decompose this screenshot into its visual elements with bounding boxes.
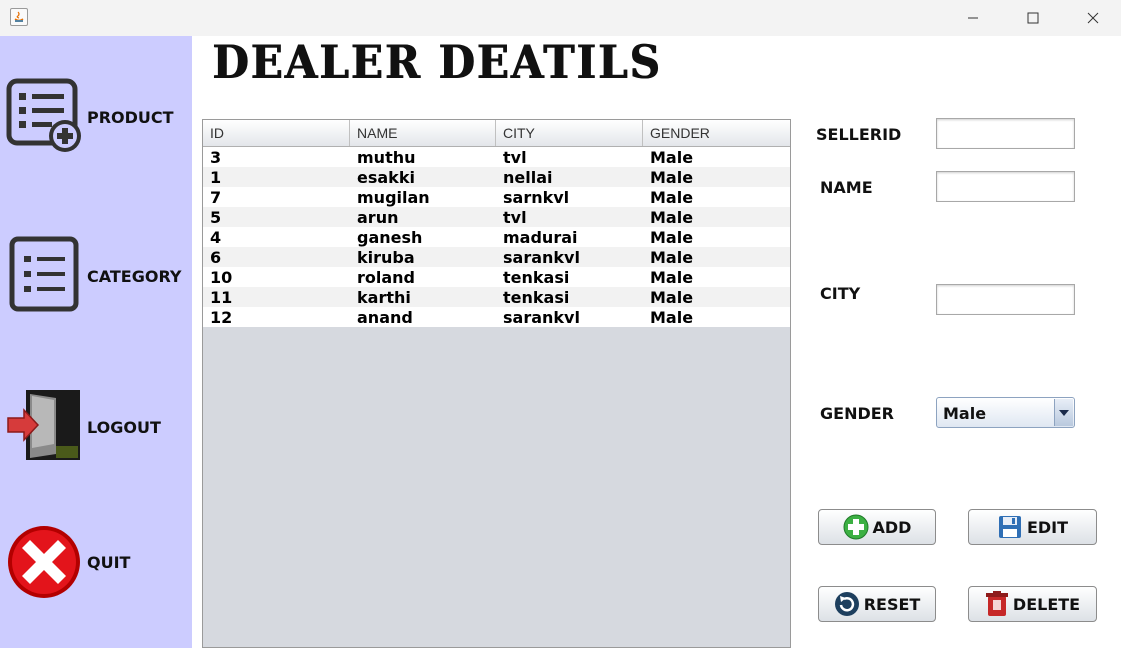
sellerid-label: SELLERID — [816, 125, 902, 144]
sidebar-item-quit[interactable]: QUIT — [0, 522, 192, 602]
city-field[interactable] — [936, 284, 1075, 315]
table-row[interactable]: 1 esakki nellai Male — [203, 167, 790, 187]
table-row[interactable]: 7 mugilan sarnkvl Male — [203, 187, 790, 207]
table-cell: tvl — [503, 208, 527, 227]
sidebar-item-label: PRODUCT — [87, 108, 174, 127]
maximize-icon — [1027, 12, 1039, 24]
table-row[interactable]: 12 anand sarankvl Male — [203, 307, 790, 327]
sidebar-item-product[interactable]: PRODUCT — [0, 76, 192, 156]
table-cell: sarankvl — [503, 308, 580, 327]
add-plus-icon — [843, 514, 869, 540]
sidebar-item-logout[interactable]: LOGOUT — [0, 388, 192, 462]
table-cell: 5 — [210, 208, 222, 227]
table-header: ID NAME CITY GENDER — [203, 120, 790, 147]
gender-select-value: Male — [943, 404, 987, 423]
table-cell: Male — [650, 288, 694, 307]
product-list-add-icon — [6, 78, 81, 152]
table-cell: nellai — [503, 168, 553, 187]
logout-door-icon — [7, 390, 80, 460]
table-cell: Male — [650, 228, 694, 247]
table-cell: 10 — [210, 268, 233, 287]
table-cell: sarnkvl — [503, 188, 570, 207]
table-cell: karthi — [357, 288, 411, 307]
sellerid-field[interactable] — [936, 118, 1075, 149]
table-cell: Male — [650, 208, 694, 227]
edit-button[interactable]: EDIT — [968, 509, 1097, 545]
close-window-button[interactable] — [1070, 0, 1116, 36]
reset-refresh-icon — [834, 592, 859, 616]
table-cell: Male — [650, 308, 694, 327]
table-row[interactable]: 6 kiruba sarankvl Male — [203, 247, 790, 267]
close-icon — [1087, 12, 1099, 24]
table-row[interactable]: 4 ganesh madurai Male — [203, 227, 790, 247]
page-title: DEALER DEATILS — [212, 36, 662, 89]
delete-trash-icon — [985, 591, 1008, 616]
table-cell: Male — [650, 148, 694, 167]
category-list-icon — [9, 236, 79, 312]
gender-dropdown-button[interactable] — [1054, 399, 1073, 426]
table-row[interactable]: 11 karthi tenkasi Male — [203, 287, 790, 307]
table-cell: tvl — [503, 148, 527, 167]
delete-button[interactable]: DELETE — [968, 586, 1097, 622]
save-disk-icon — [998, 516, 1021, 538]
table-cell: 4 — [210, 228, 222, 247]
window-titlebar — [0, 0, 1121, 36]
reset-button[interactable]: RESET — [818, 586, 936, 622]
table-cell: sarankvl — [503, 248, 580, 267]
table-cell: ganesh — [357, 228, 423, 247]
table-cell: Male — [650, 248, 694, 267]
maximize-button[interactable] — [1010, 0, 1056, 36]
table-row[interactable]: 10 roland tenkasi Male — [203, 267, 790, 287]
add-button-label: ADD — [872, 517, 912, 537]
table-cell: 11 — [210, 288, 233, 307]
gender-label: GENDER — [820, 404, 894, 423]
minimize-icon — [968, 17, 978, 19]
table-cell: roland — [357, 268, 416, 287]
sidebar-item-label: LOGOUT — [87, 418, 161, 437]
table-cell: tenkasi — [503, 288, 570, 307]
sidebar-item-label: CATEGORY — [87, 267, 182, 286]
table-cell: kiruba — [357, 248, 415, 267]
table-cell: muthu — [357, 148, 416, 167]
table-cell: Male — [650, 268, 694, 287]
gender-select[interactable]: Male — [936, 397, 1075, 428]
delete-button-label: DELETE — [1012, 594, 1081, 614]
table-cell: madurai — [503, 228, 578, 247]
column-header-gender[interactable]: GENDER — [643, 120, 790, 146]
table-cell: Male — [650, 168, 694, 187]
chevron-down-icon — [1059, 409, 1069, 416]
column-header-id[interactable]: ID — [203, 120, 350, 146]
dealer-table[interactable]: ID NAME CITY GENDER 3 muthu tvl Male 1 esakki… — [202, 119, 791, 648]
table-cell: 1 — [210, 168, 222, 187]
java-app-icon — [10, 8, 28, 26]
table-row[interactable]: 5 arun tvl Male — [203, 207, 790, 227]
add-button[interactable]: ADD — [818, 509, 936, 545]
table-cell: Male — [650, 188, 694, 207]
sidebar-item-label: QUIT — [87, 553, 131, 572]
table-cell: 7 — [210, 188, 222, 207]
table-cell: mugilan — [357, 188, 430, 207]
table-cell: 6 — [210, 248, 222, 267]
sidebar: PRODUCT CATEGORY LOGOUT QUIT — [0, 36, 192, 648]
table-cell: arun — [357, 208, 399, 227]
quit-x-icon — [8, 526, 80, 598]
table-cell: 12 — [210, 308, 233, 327]
table-row[interactable]: 3 muthu tvl Male — [203, 147, 790, 167]
reset-button-label: RESET — [863, 594, 921, 614]
column-header-name[interactable]: NAME — [350, 120, 496, 146]
table-cell: anand — [357, 308, 413, 327]
table-cell: tenkasi — [503, 268, 570, 287]
name-label: NAME — [820, 178, 873, 197]
table-cell: esakki — [357, 168, 415, 187]
name-field[interactable] — [936, 171, 1075, 202]
column-header-city[interactable]: CITY — [496, 120, 643, 146]
city-label: CITY — [820, 284, 861, 303]
edit-button-label: EDIT — [1026, 517, 1069, 537]
minimize-button[interactable] — [950, 0, 996, 36]
sidebar-item-category[interactable]: CATEGORY — [0, 234, 192, 314]
table-cell: 3 — [210, 148, 222, 167]
